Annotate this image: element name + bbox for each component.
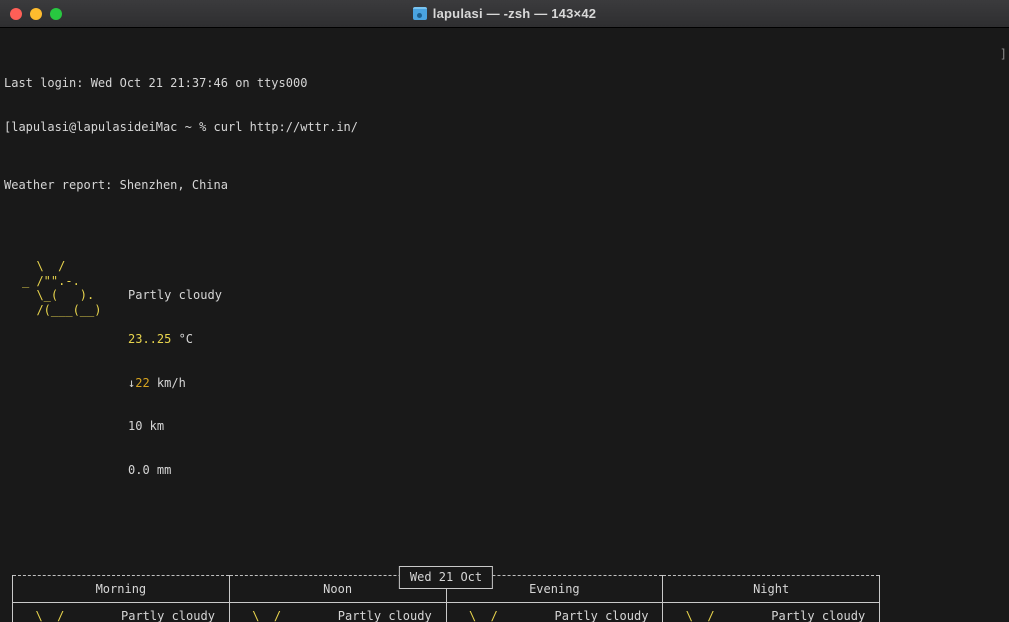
forecast-details: Partly cloudy26..27 °C↓ 22-29 km/h10 km0… bbox=[555, 609, 663, 622]
weather-icon: \ / _ /"".-. \_( ). /(___(__) bbox=[21, 609, 121, 622]
condition-line: Partly cloudy bbox=[771, 609, 879, 622]
right-edge-bracket: ] bbox=[1000, 47, 1007, 62]
forecast-section: Wed 21 OctMorningNoonEveningNight \ / _ … bbox=[4, 575, 1009, 622]
forecast-column-header: Morning bbox=[13, 576, 230, 603]
window-title-group: lapulasi — -zsh — 143×42 bbox=[0, 6, 1009, 21]
condition-text: Partly cloudy bbox=[771, 609, 865, 622]
last-login-line: Last login: Wed Oct 21 21:37:46 on ttys0… bbox=[4, 76, 1009, 91]
current-weather-icon: \ / _ /"".-. \_( ). /(___(__) bbox=[22, 259, 128, 507]
current-wind-speed: 22 bbox=[135, 376, 149, 390]
weather-icon: \ / _ /"".-. \_( ). /(___(__) bbox=[238, 609, 338, 622]
forecast-cell: \ / _ /"".-. \_( ). /(___(__) Partly clo… bbox=[229, 603, 446, 622]
weather-icon: \ / _ /"".-. \_( ). /(___(__) bbox=[455, 609, 555, 622]
window-controls bbox=[0, 8, 62, 20]
condition-line: Partly cloudy bbox=[121, 609, 229, 622]
forecast-column-header: Night bbox=[663, 576, 880, 603]
current-conditions: \ / _ /"".-. \_( ). /(___(__) Partly clo… bbox=[4, 259, 1009, 507]
forecast-cell: \ / _ /"".-. \_( ). /(___(__) Partly clo… bbox=[13, 603, 230, 622]
condition-line: Partly cloudy bbox=[338, 609, 446, 622]
forecast-date-badge: Wed 21 Oct bbox=[399, 566, 493, 589]
forecast-details: Partly cloudy24..25 °C↓ 23-32 km/h10 km0… bbox=[771, 609, 879, 622]
condition-text: Partly cloudy bbox=[555, 609, 649, 622]
command-prompt-line: [lapulasi@lapulasideiMac ~ % curl http:/… bbox=[4, 120, 1009, 135]
condition-text: Partly cloudy bbox=[121, 609, 215, 622]
forecast-cell: \ / _ /"".-. \_( ). /(___(__) Partly clo… bbox=[446, 603, 663, 622]
forecast-body-row: \ / _ /"".-. \_( ). /(___(__) Partly clo… bbox=[13, 603, 880, 622]
forecast-details: Partly cloudy26..27 °C↓ 24-28 km/h10 km0… bbox=[338, 609, 446, 622]
condition-text: Partly cloudy bbox=[338, 609, 432, 622]
weather-icon: \ / _ /"".-. \_( ). /(___(__) bbox=[671, 609, 771, 622]
condition-line: Partly cloudy bbox=[555, 609, 663, 622]
current-precipitation: 0.0 mm bbox=[128, 463, 171, 477]
forecast-details: Partly cloudy23..25 °C↓ 23-27 km/h10 km0… bbox=[121, 609, 229, 622]
title-bar[interactable]: lapulasi — -zsh — 143×42 bbox=[0, 0, 1009, 28]
terminal-body[interactable]: Last login: Wed Oct 21 21:37:46 on ttys0… bbox=[0, 28, 1009, 622]
terminal-folder-icon bbox=[413, 7, 427, 20]
terminal-window: lapulasi — -zsh — 143×42 Last login: Wed… bbox=[0, 0, 1009, 622]
zoom-button[interactable] bbox=[50, 8, 62, 20]
window-title: lapulasi — -zsh — 143×42 bbox=[433, 6, 596, 21]
current-condition: Partly cloudy bbox=[128, 288, 222, 302]
forecast-day: Wed 21 OctMorningNoonEveningNight \ / _ … bbox=[12, 575, 880, 622]
close-button[interactable] bbox=[10, 8, 22, 20]
current-visibility: 10 km bbox=[128, 419, 164, 433]
current-temperature: 23..25 bbox=[128, 332, 171, 346]
minimize-button[interactable] bbox=[30, 8, 42, 20]
weather-report-header: Weather report: Shenzhen, China bbox=[4, 178, 1009, 193]
forecast-cell: \ / _ /"".-. \_( ). /(___(__) Partly clo… bbox=[663, 603, 880, 622]
current-wind-unit: km/h bbox=[150, 376, 186, 390]
current-details: Partly cloudy 23..25 °C ↓22 km/h 10 km 0… bbox=[128, 259, 222, 507]
current-temp-unit: °C bbox=[171, 332, 193, 346]
